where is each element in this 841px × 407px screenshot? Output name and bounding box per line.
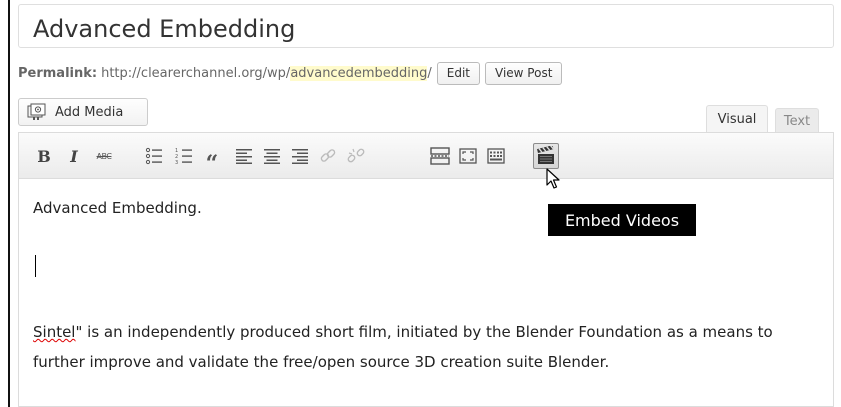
permalink-trailing-slash: / xyxy=(427,65,432,81)
strikethrough-button[interactable]: ABC xyxy=(93,145,115,167)
tab-visual[interactable]: Visual xyxy=(706,105,768,133)
text-caret xyxy=(35,255,36,277)
window-edge xyxy=(8,0,10,407)
permalink-edit-button[interactable]: Edit xyxy=(436,61,480,85)
embed-videos-button[interactable] xyxy=(533,143,559,169)
blockquote-button[interactable]: “ xyxy=(201,145,223,175)
kitchen-sink-icon xyxy=(487,148,505,164)
media-camera-icon xyxy=(27,103,46,120)
editor-content[interactable]: Advanced Embedding. Sintel" is an indepe… xyxy=(33,179,819,406)
editor-toolbar: B I ABC 1 2 3 “ xyxy=(19,133,833,179)
insert-link-button[interactable] xyxy=(317,145,339,167)
tab-text[interactable]: Text xyxy=(775,108,819,133)
content-paragraph-1: Advanced Embedding. xyxy=(33,199,202,217)
bold-button[interactable]: B xyxy=(33,145,55,167)
numbered-list-icon: 1 2 3 xyxy=(175,148,192,165)
add-media-button[interactable]: Add Media xyxy=(18,98,148,126)
kitchen-sink-button[interactable] xyxy=(485,145,507,167)
permalink-slug[interactable]: advancedembedding xyxy=(290,65,428,81)
content-paragraph-2-text: " is an independently produced short fil… xyxy=(33,323,773,371)
misspelled-word[interactable]: Sintel xyxy=(33,323,75,341)
italic-button[interactable]: I xyxy=(63,145,85,167)
permalink-base-url: http://clearerchannel.org/wp/ xyxy=(101,65,291,81)
align-right-button[interactable] xyxy=(289,145,311,167)
tab-visual-label: Visual xyxy=(717,112,757,127)
post-title-text: Advanced Embedding xyxy=(33,15,296,43)
clapperboard-icon xyxy=(537,146,555,164)
svg-text:3: 3 xyxy=(175,160,178,165)
link-icon xyxy=(320,149,336,162)
bulleted-list-button[interactable] xyxy=(143,145,165,167)
fullscreen-icon xyxy=(459,148,477,164)
permalink-row: Permalink: http://clearerchannel.org/wp/… xyxy=(18,61,563,85)
bullet-list-icon xyxy=(145,147,162,165)
mouse-pointer-icon xyxy=(546,168,560,189)
embed-videos-tooltip: Embed Videos xyxy=(548,204,696,236)
read-more-icon xyxy=(430,147,450,165)
align-left-button[interactable] xyxy=(233,145,255,167)
remove-link-button[interactable] xyxy=(345,145,367,167)
editor-area: B I ABC 1 2 3 “ Advanced Embedding. Sint… xyxy=(18,132,834,407)
read-more-button[interactable] xyxy=(429,145,451,167)
unlink-icon xyxy=(347,148,365,163)
add-media-label: Add Media xyxy=(55,104,124,120)
permalink-label: Permalink: xyxy=(18,65,98,81)
align-center-button[interactable] xyxy=(261,145,283,167)
fullscreen-button[interactable] xyxy=(457,145,479,167)
numbered-list-button[interactable]: 1 2 3 xyxy=(173,145,195,167)
tab-text-label: Text xyxy=(783,113,811,129)
align-left-icon xyxy=(236,149,252,164)
align-right-icon xyxy=(292,149,308,164)
align-center-icon xyxy=(264,149,280,164)
content-paragraph-2: Sintel" is an independently produced sho… xyxy=(33,317,813,377)
view-post-button[interactable]: View Post xyxy=(485,61,563,85)
post-title-field[interactable]: Advanced Embedding xyxy=(18,4,834,48)
